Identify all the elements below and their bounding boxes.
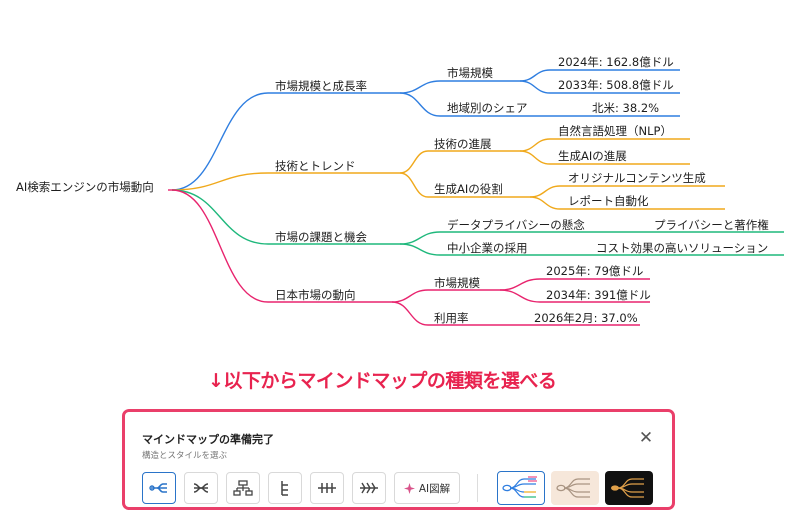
connector-node-2-1 bbox=[399, 243, 441, 256]
sparkle-icon bbox=[403, 482, 415, 494]
layout-timeline-button[interactable] bbox=[310, 472, 344, 504]
branch-japan-market[interactable]: 日本市場の動向 bbox=[275, 288, 356, 302]
connector-leaf-3-0-1 bbox=[499, 289, 541, 303]
connector-leaf-1-0-0 bbox=[519, 138, 551, 152]
leaf-report-automation[interactable]: レポート自動化 bbox=[568, 194, 649, 208]
instruction-annotation: ↓以下からマインドマップの種類を選べる bbox=[208, 370, 557, 392]
style-beige-thumbnail bbox=[556, 478, 590, 498]
connector-node-3-1 bbox=[391, 301, 429, 326]
connector-leaf-0-0-0 bbox=[519, 69, 551, 82]
node-tech-progress[interactable]: 技術の進展 bbox=[434, 137, 492, 151]
connector-leaf-1-0-1 bbox=[519, 150, 551, 165]
node-sme-adoption[interactable]: 中小企業の採用 bbox=[447, 241, 528, 255]
connector-branch-0 bbox=[171, 92, 269, 191]
layout-org-chart-icon bbox=[233, 480, 253, 496]
branch-challenges-opportunities[interactable]: 市場の課題と機会 bbox=[275, 230, 367, 244]
layout-right-button[interactable] bbox=[142, 472, 176, 504]
leaf-2026-feb[interactable]: 2026年2月: 37.0% bbox=[534, 311, 638, 325]
mindmap-ready-panel: マインドマップの準備完了 構造とスタイルを選ぶ ✕ AI図解 bbox=[122, 409, 675, 510]
connector-branch-3 bbox=[171, 189, 269, 303]
node-jp-market-size[interactable]: 市場規模 bbox=[434, 276, 480, 290]
connector-leaf-1-1-0 bbox=[529, 185, 561, 198]
close-button[interactable]: ✕ bbox=[637, 429, 655, 447]
connector-node-0-1 bbox=[399, 92, 441, 117]
leaf-2025[interactable]: 2025年: 79億ドル bbox=[546, 264, 643, 278]
node-regional-share[interactable]: 地域別のシェア bbox=[447, 101, 528, 115]
node-market-size[interactable]: 市場規模 bbox=[447, 66, 493, 80]
layout-org-chart-button[interactable] bbox=[226, 472, 260, 504]
divider bbox=[477, 474, 478, 502]
connector-node-3-0 bbox=[391, 289, 429, 303]
style-beige-button[interactable] bbox=[551, 471, 599, 505]
mindmap-root[interactable]: AI検索エンジンの市場動向 bbox=[16, 180, 154, 194]
style-color-button[interactable] bbox=[497, 471, 545, 505]
node-data-privacy[interactable]: データプライバシーの懸念 bbox=[447, 218, 585, 232]
connector-leaf-1-1-1 bbox=[529, 196, 561, 210]
connector-branch-2 bbox=[171, 189, 269, 245]
connector-node-1-0 bbox=[399, 150, 429, 174]
ai-diagram-button[interactable]: AI図解 bbox=[394, 472, 460, 504]
style-color-thumbnail bbox=[502, 476, 537, 498]
node-usage-rate[interactable]: 利用率 bbox=[434, 311, 469, 325]
layout-tree-list-button[interactable] bbox=[268, 472, 302, 504]
leaf-north-america[interactable]: 北米: 38.2% bbox=[592, 101, 659, 115]
connector-node-0-0 bbox=[399, 80, 441, 94]
connector-node-1-1 bbox=[399, 172, 429, 198]
node-genai-role[interactable]: 生成AIの役割 bbox=[434, 182, 503, 196]
layout-right-icon bbox=[149, 483, 167, 493]
leaf-original-content[interactable]: オリジナルコンテンツ生成 bbox=[568, 171, 706, 185]
panel-title: マインドマップの準備完了 bbox=[142, 433, 274, 446]
connector-leaf-3-0-0 bbox=[499, 278, 541, 291]
connector-leaf-0-0-1 bbox=[519, 80, 551, 94]
ai-diagram-label: AI図解 bbox=[418, 482, 451, 495]
leaf-privacy-copyright[interactable]: プライバシーと著作権 bbox=[654, 218, 769, 232]
leaf-nlp[interactable]: 自然言語処理（NLP） bbox=[558, 124, 672, 138]
branch-tech-trends[interactable]: 技術とトレンド bbox=[275, 159, 356, 173]
layout-fishbone-icon bbox=[360, 482, 378, 494]
layout-both-sides-button[interactable] bbox=[184, 472, 218, 504]
leaf-cost-effective[interactable]: コスト効果の高いソリューション bbox=[596, 241, 768, 255]
connector-node-2-0 bbox=[399, 231, 441, 245]
leaf-2034[interactable]: 2034年: 391億ドル bbox=[546, 288, 651, 302]
style-dark-button[interactable] bbox=[605, 471, 653, 505]
connector-branch-1 bbox=[171, 172, 269, 191]
leaf-genai-progress[interactable]: 生成AIの進展 bbox=[558, 149, 627, 163]
style-dark-thumbnail bbox=[611, 478, 644, 498]
layout-fishbone-button[interactable] bbox=[352, 472, 386, 504]
layout-timeline-icon bbox=[318, 483, 336, 493]
leaf-2033[interactable]: 2033年: 508.8億ドル bbox=[558, 78, 674, 92]
panel-subtitle: 構造とスタイルを選ぶ bbox=[142, 451, 228, 461]
layout-both-sides-icon bbox=[193, 483, 209, 493]
branch-market-size-growth[interactable]: 市場規模と成長率 bbox=[275, 79, 367, 93]
layout-tree-list-icon bbox=[281, 481, 288, 496]
leaf-2024[interactable]: 2024年: 162.8億ドル bbox=[558, 55, 674, 69]
